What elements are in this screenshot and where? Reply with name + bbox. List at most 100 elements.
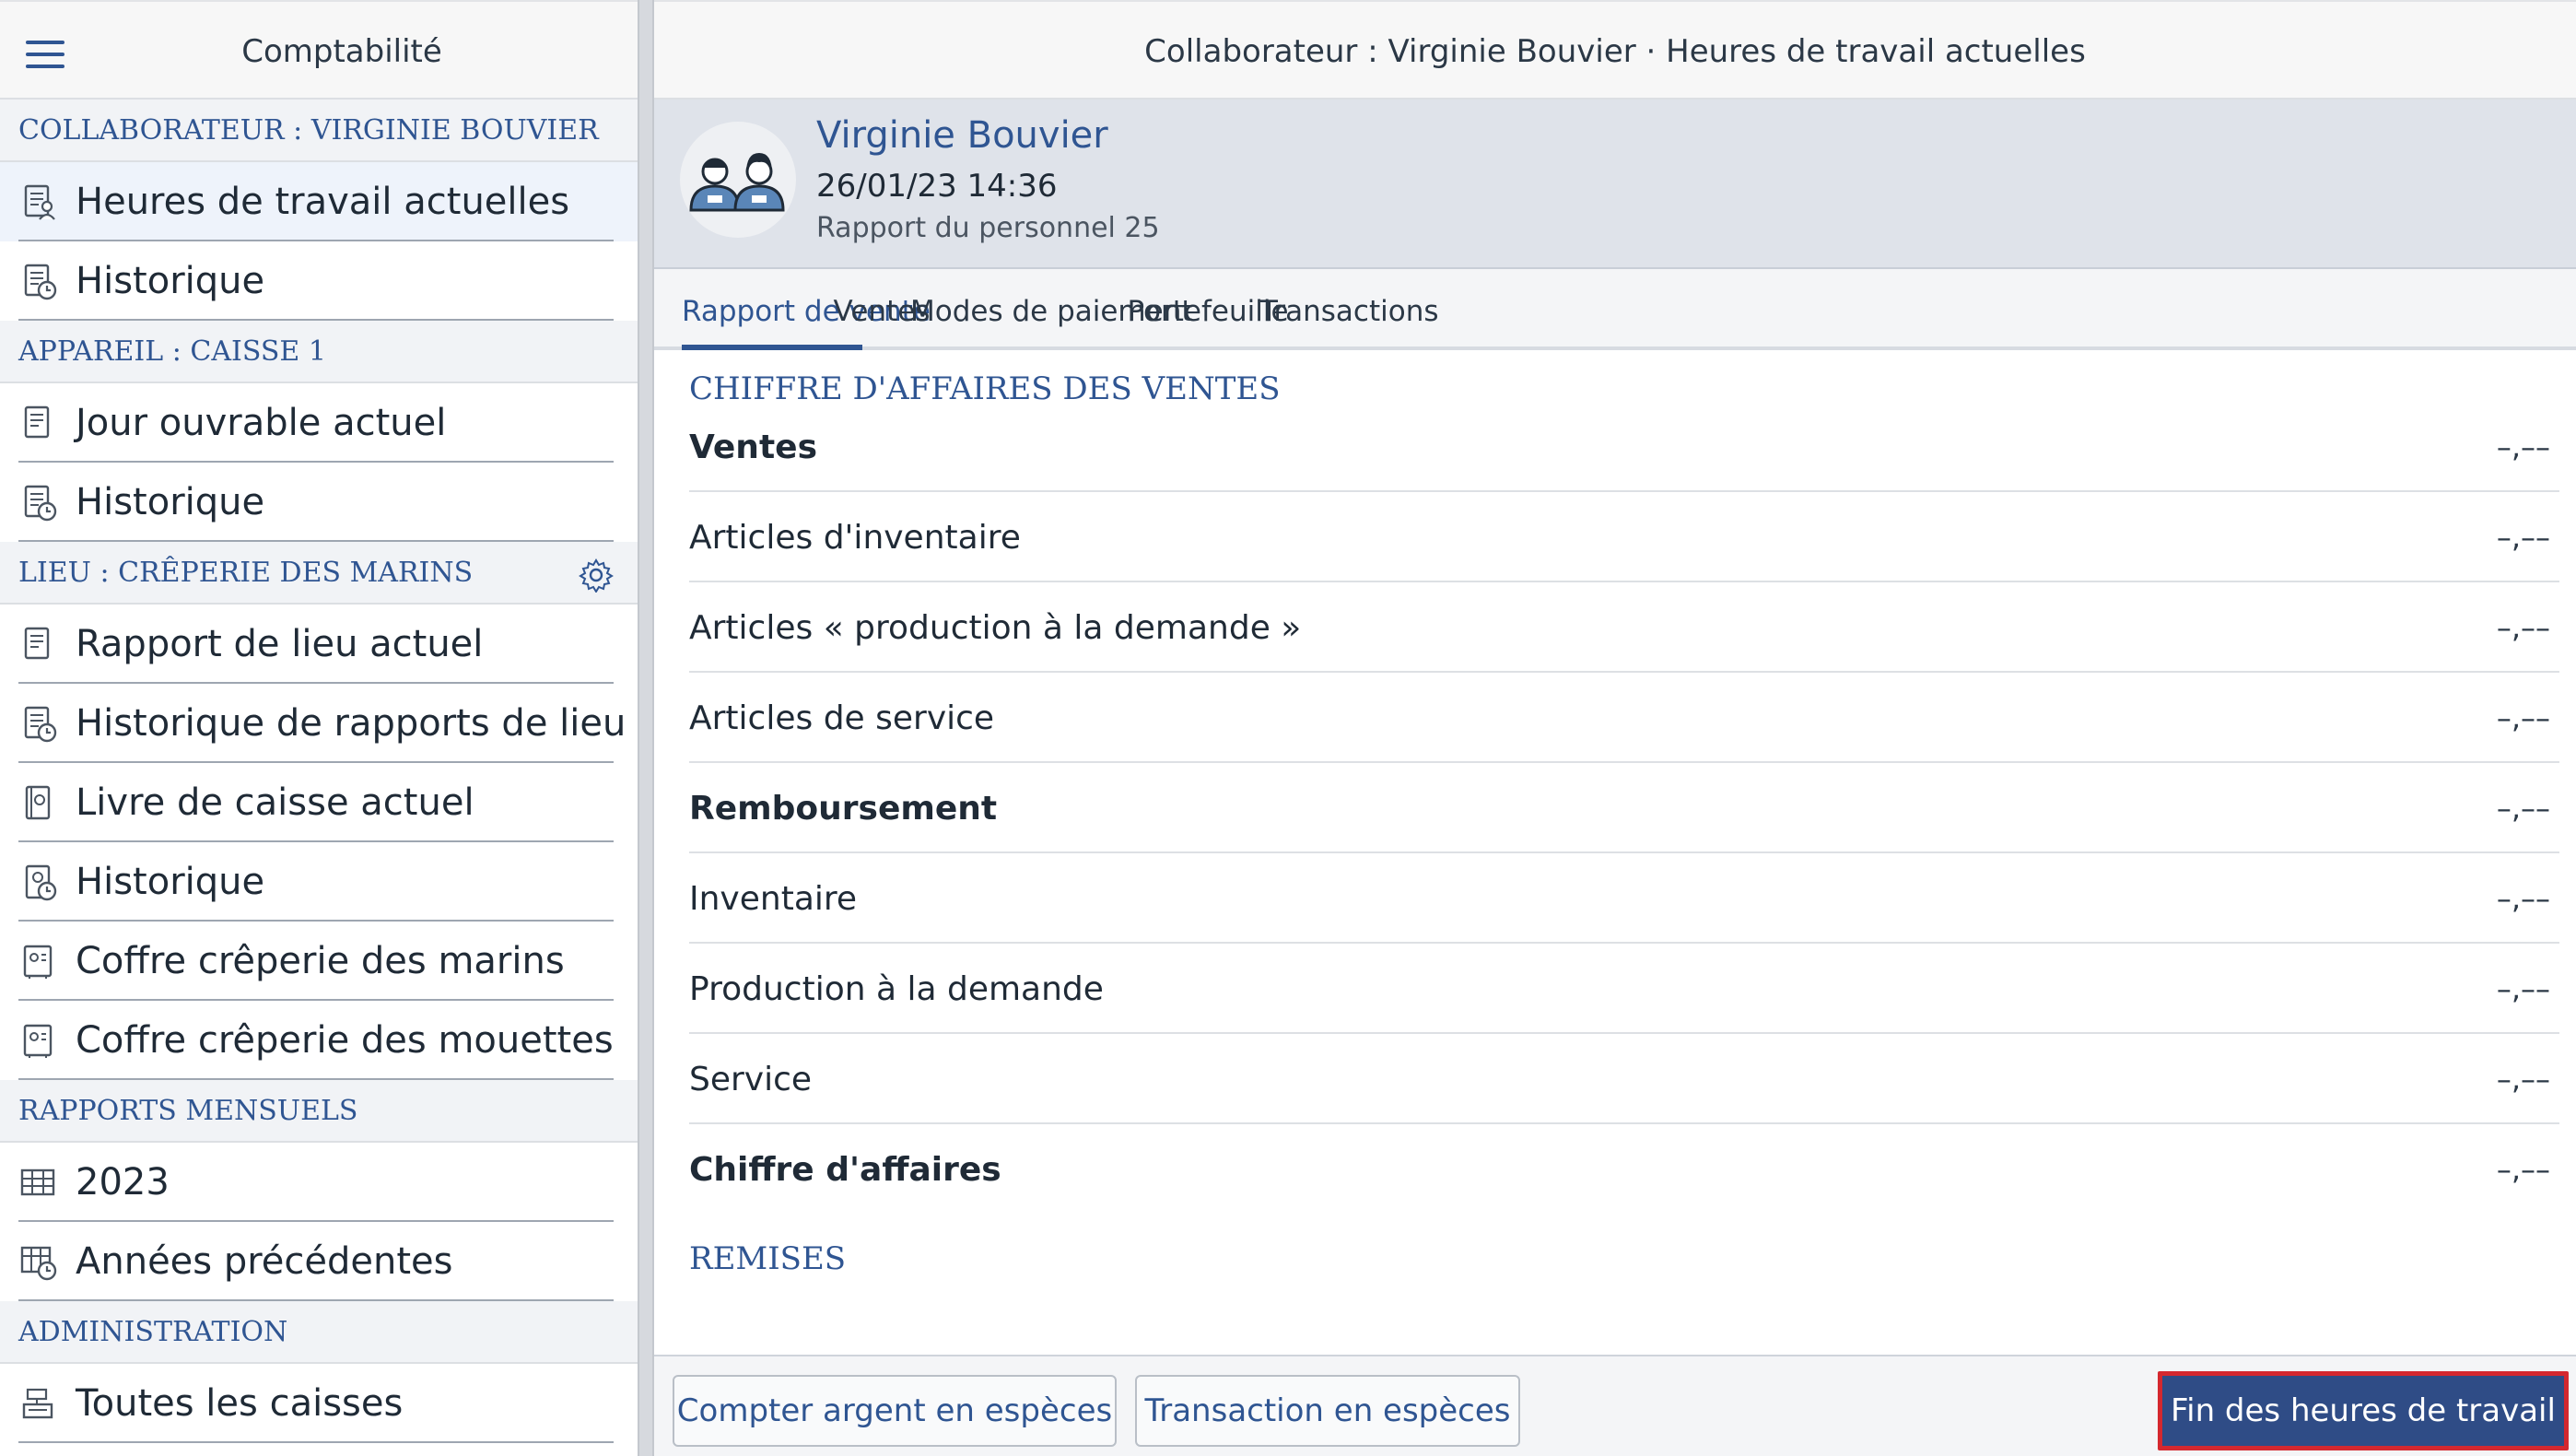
sidebar-item[interactable]: Historique bbox=[0, 842, 638, 922]
end-shift-button[interactable]: Fin des heures de travail bbox=[2158, 1371, 2569, 1450]
main-header: Collaborateur : Virginie Bouvier · Heure… bbox=[654, 0, 2576, 100]
section-header-label: ADMINISTRATION bbox=[18, 1315, 288, 1348]
row-value: –,–– bbox=[2496, 700, 2550, 735]
sidebar-item-label: Historique bbox=[76, 260, 265, 302]
section-header: REMISES bbox=[689, 1240, 847, 1277]
employee-profile: Virginie Bouvier 26/01/23 14:36 Rapport … bbox=[654, 100, 2576, 269]
employee-report-icon bbox=[18, 182, 57, 221]
section-header: APPAREIL : CAISSE 1 bbox=[0, 321, 638, 383]
accounting-app: Comptabilité COLLABORATEUR : VIRGINIE BO… bbox=[0, 0, 2576, 1456]
sidebar-item[interactable]: Années précédentes bbox=[0, 1222, 638, 1301]
report-number: Rapport du personnel 25 bbox=[816, 212, 1160, 244]
sidebar-title: Comptabilité bbox=[241, 33, 442, 70]
calendar-grid-icon bbox=[18, 1163, 57, 1202]
section-header: ADMINISTRATION bbox=[0, 1301, 638, 1364]
sidebar-header: Comptabilité bbox=[0, 0, 638, 100]
sidebar-item-label: Années précédentes bbox=[76, 1240, 453, 1283]
section-header: COLLABORATEUR : VIRGINIE BOUVIER bbox=[0, 100, 638, 162]
row-label: Inventaire bbox=[689, 879, 858, 918]
section-header-label: LIEU : CRÊPERIE DES MARINS bbox=[18, 556, 474, 589]
menu-icon[interactable] bbox=[26, 41, 64, 68]
sidebar-item[interactable]: Coffre crêperie des mouettes bbox=[0, 1001, 638, 1080]
sidebar-item[interactable]: 2023 bbox=[0, 1143, 638, 1222]
sidebar-item[interactable]: Historique de rapports de lieu bbox=[0, 684, 638, 763]
sidebar-item-label: Historique bbox=[76, 861, 265, 903]
main-panel: Collaborateur : Virginie Bouvier · Heure… bbox=[654, 0, 2576, 1456]
row-value: –,–– bbox=[2496, 610, 2550, 645]
report-row: Inventaire –,–– bbox=[689, 853, 2559, 944]
section-header: RAPPORTS MENSUELS bbox=[0, 1080, 638, 1143]
sidebar-item[interactable]: Jour ouvrable actuel bbox=[0, 383, 638, 463]
sidebar-item[interactable]: Toutes les caisses bbox=[0, 1364, 638, 1443]
action-bar: Compter argent en espèces Transaction en… bbox=[654, 1355, 2576, 1456]
row-value: –,–– bbox=[2496, 1152, 2550, 1187]
row-value: –,–– bbox=[2496, 1062, 2550, 1097]
sidebar-sections: COLLABORATEUR : VIRGINIE BOUVIER Heures d… bbox=[0, 100, 638, 1443]
receipt-history-icon bbox=[18, 483, 57, 522]
safe-icon bbox=[18, 1021, 57, 1060]
page-title: Collaborateur : Virginie Bouvier · Heure… bbox=[1144, 33, 2086, 70]
section-header-label: COLLABORATEUR : VIRGINIE BOUVIER bbox=[18, 113, 599, 147]
row-value: –,–– bbox=[2496, 429, 2550, 464]
row-value: –,–– bbox=[2496, 881, 2550, 916]
report-content[interactable]: CHIFFRE D'AFFAIRES DES VENTES Ventes –,–– A… bbox=[654, 354, 2576, 1355]
sidebar-item[interactable]: Rapport de lieu actuel bbox=[0, 605, 638, 684]
sidebar-item-label: Historique bbox=[76, 481, 265, 523]
row-label: Production à la demande bbox=[689, 969, 1104, 1008]
sidebar-item[interactable]: Livre de caisse actuel bbox=[0, 763, 638, 842]
report-datetime: 26/01/23 14:36 bbox=[816, 168, 1058, 205]
sidebar-item[interactable]: Historique bbox=[0, 463, 638, 542]
sidebar-item-label: Coffre crêperie des marins bbox=[76, 940, 565, 982]
safe-icon bbox=[18, 942, 57, 980]
sidebar-item[interactable]: Historique bbox=[0, 241, 638, 321]
section-header-label: APPAREIL : CAISSE 1 bbox=[18, 335, 326, 368]
row-label: Remboursement bbox=[689, 789, 998, 828]
report-row: Chiffre d'affaires –,–– bbox=[689, 1124, 2559, 1215]
row-label: Articles « production à la demande » bbox=[689, 608, 1302, 647]
report-row: Articles « production à la demande » –,–– bbox=[689, 582, 2559, 673]
row-value: –,–– bbox=[2496, 791, 2550, 826]
gear-icon[interactable] bbox=[579, 558, 614, 593]
sidebar-item-label: Historique de rapports de lieu bbox=[76, 702, 626, 745]
receipt-history-icon bbox=[18, 704, 57, 743]
report-row: Production à la demande –,–– bbox=[689, 944, 2559, 1034]
report-tabs: Rapport de vente Ventes Modes de paiement P… bbox=[654, 269, 2576, 350]
receipt-icon bbox=[18, 404, 57, 442]
row-value: –,–– bbox=[2496, 971, 2550, 1006]
staff-pair-icon bbox=[680, 122, 796, 238]
cash-book-history-icon bbox=[18, 863, 57, 901]
tab-transactions[interactable]: Transactions bbox=[1260, 269, 1439, 350]
sidebar-item-label: Heures de travail actuelles bbox=[76, 181, 570, 223]
sidebar-item[interactable]: Coffre crêperie des marins bbox=[0, 922, 638, 1001]
calendar-history-icon bbox=[18, 1242, 57, 1281]
pane-splitter[interactable] bbox=[638, 0, 654, 1456]
employee-history-icon bbox=[18, 262, 57, 300]
report-row: Articles de service –,–– bbox=[689, 673, 2559, 763]
sidebar-item-label: Jour ouvrable actuel bbox=[76, 402, 447, 444]
row-label: Ventes bbox=[689, 428, 817, 466]
sidebar-item[interactable]: Heures de travail actuelles bbox=[0, 162, 638, 241]
report-row: Ventes –,–– bbox=[689, 402, 2559, 492]
row-label: Articles de service bbox=[689, 699, 995, 737]
sidebar-item-label: 2023 bbox=[76, 1161, 170, 1204]
section-header: LIEU : CRÊPERIE DES MARINS bbox=[0, 542, 638, 605]
row-label: Service bbox=[689, 1060, 813, 1098]
cash-book-icon bbox=[18, 783, 57, 822]
row-value: –,–– bbox=[2496, 520, 2550, 555]
cash-transaction-button[interactable]: Transaction en espèces bbox=[1135, 1375, 1520, 1447]
cash-register-icon bbox=[18, 1384, 57, 1423]
sidebar: Comptabilité COLLABORATEUR : VIRGINIE BO… bbox=[0, 0, 638, 1456]
sidebar-item-label: Rapport de lieu actuel bbox=[76, 623, 484, 665]
employee-name: Virginie Bouvier bbox=[816, 114, 1108, 157]
report-row: Remboursement –,–– bbox=[689, 763, 2559, 853]
sidebar-item-label: Coffre crêperie des mouettes bbox=[76, 1019, 614, 1062]
row-label: Chiffre d'affaires bbox=[689, 1150, 1001, 1189]
sidebar-item-label: Livre de caisse actuel bbox=[76, 781, 474, 824]
section-header-label: RAPPORTS MENSUELS bbox=[18, 1094, 358, 1127]
report-row: Service –,–– bbox=[689, 1034, 2559, 1124]
report-row: Articles d'inventaire –,–– bbox=[689, 492, 2559, 582]
count-cash-button[interactable]: Compter argent en espèces bbox=[673, 1375, 1117, 1447]
row-label: Articles d'inventaire bbox=[689, 518, 1021, 557]
sidebar-item-label: Toutes les caisses bbox=[76, 1382, 404, 1425]
receipt-icon bbox=[18, 625, 57, 663]
